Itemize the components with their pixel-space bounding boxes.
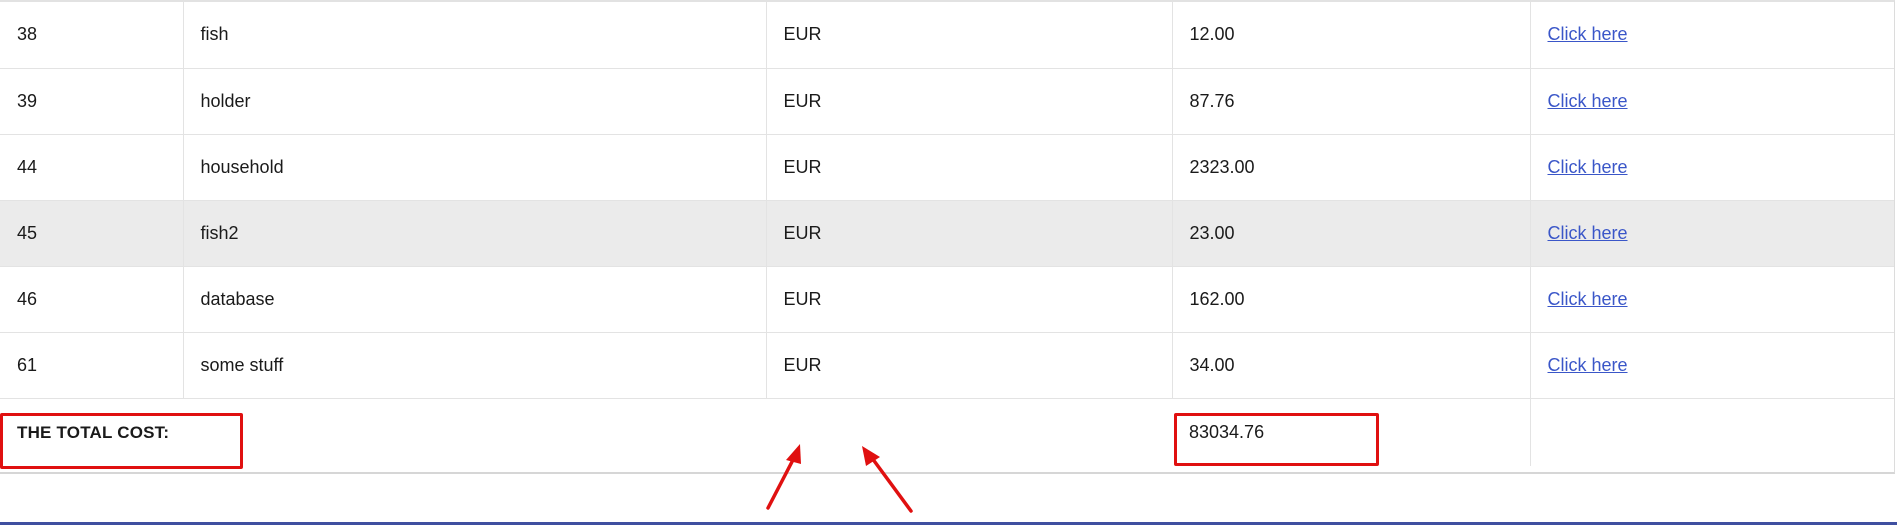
click-here-link[interactable]: Click here <box>1548 157 1628 177</box>
row-id-cell: 44 <box>0 134 184 201</box>
row-name-cell: holder <box>183 68 767 135</box>
table-row: 61 some stuff EUR 34.00 Click here <box>0 332 1894 399</box>
row-name-cell: fish <box>183 2 767 69</box>
cost-table-grid: 38 fish EUR 12.00 Click here 39 holder EUR 87.76… <box>0 2 1894 466</box>
click-here-link[interactable]: Click here <box>1548 91 1628 111</box>
cost-table: 38 fish EUR 12.00 Click here 39 holder EUR 87.76… <box>0 0 1895 474</box>
row-currency-cell: EUR <box>766 200 1173 267</box>
row-link-cell: Click here <box>1530 332 1894 399</box>
row-id-cell: 61 <box>0 332 184 399</box>
row-amount-cell: 34.00 <box>1172 332 1531 399</box>
row-amount-cell: 2323.00 <box>1172 134 1531 201</box>
total-value-cell: 83034.76 <box>1172 398 1531 466</box>
total-row: THE TOTAL COST: 83034.76 <box>0 398 1894 466</box>
total-label-cell: THE TOTAL COST: <box>0 398 1172 466</box>
row-link-cell: Click here <box>1530 134 1894 201</box>
page: 38 fish EUR 12.00 Click here 39 holder EUR 87.76… <box>0 0 1897 526</box>
row-name-cell: fish2 <box>183 200 767 267</box>
row-amount-cell: 12.00 <box>1172 2 1531 69</box>
click-here-link[interactable]: Click here <box>1548 289 1628 309</box>
row-currency-cell: EUR <box>766 266 1173 333</box>
table-row: 45 fish2 EUR 23.00 Click here <box>0 200 1894 267</box>
total-value: 83034.76 <box>1189 421 1265 442</box>
row-link-cell: Click here <box>1530 266 1894 333</box>
row-currency-cell: EUR <box>766 134 1173 201</box>
table-row: 39 holder EUR 87.76 Click here <box>0 68 1894 135</box>
table-row: 46 database EUR 162.00 Click here <box>0 266 1894 333</box>
row-id-cell: 46 <box>0 266 184 333</box>
row-currency-cell: EUR <box>766 332 1173 399</box>
row-name-cell: database <box>183 266 767 333</box>
row-id-cell: 39 <box>0 68 184 135</box>
total-empty-cell <box>1530 398 1894 466</box>
row-currency-cell: EUR <box>766 2 1173 69</box>
table-body: 38 fish EUR 12.00 Click here 39 holder EUR 87.76… <box>0 2 1894 399</box>
row-link-cell: Click here <box>1530 200 1894 267</box>
row-amount-cell: 87.76 <box>1172 68 1531 135</box>
row-currency-cell: EUR <box>766 68 1173 135</box>
row-id-cell: 45 <box>0 200 184 267</box>
table-row: 38 fish EUR 12.00 Click here <box>0 2 1894 69</box>
bottom-border-bar <box>0 522 1897 525</box>
row-name-cell: household <box>183 134 767 201</box>
click-here-link[interactable]: Click here <box>1548 24 1628 44</box>
row-name-cell: some stuff <box>183 332 767 399</box>
table-row: 44 household EUR 2323.00 Click here <box>0 134 1894 201</box>
total-label: THE TOTAL COST: <box>17 422 170 442</box>
row-link-cell: Click here <box>1530 2 1894 69</box>
click-here-link[interactable]: Click here <box>1548 355 1628 375</box>
row-amount-cell: 162.00 <box>1172 266 1531 333</box>
row-id-cell: 38 <box>0 2 184 69</box>
click-here-link[interactable]: Click here <box>1548 223 1628 243</box>
row-amount-cell: 23.00 <box>1172 200 1531 267</box>
row-link-cell: Click here <box>1530 68 1894 135</box>
